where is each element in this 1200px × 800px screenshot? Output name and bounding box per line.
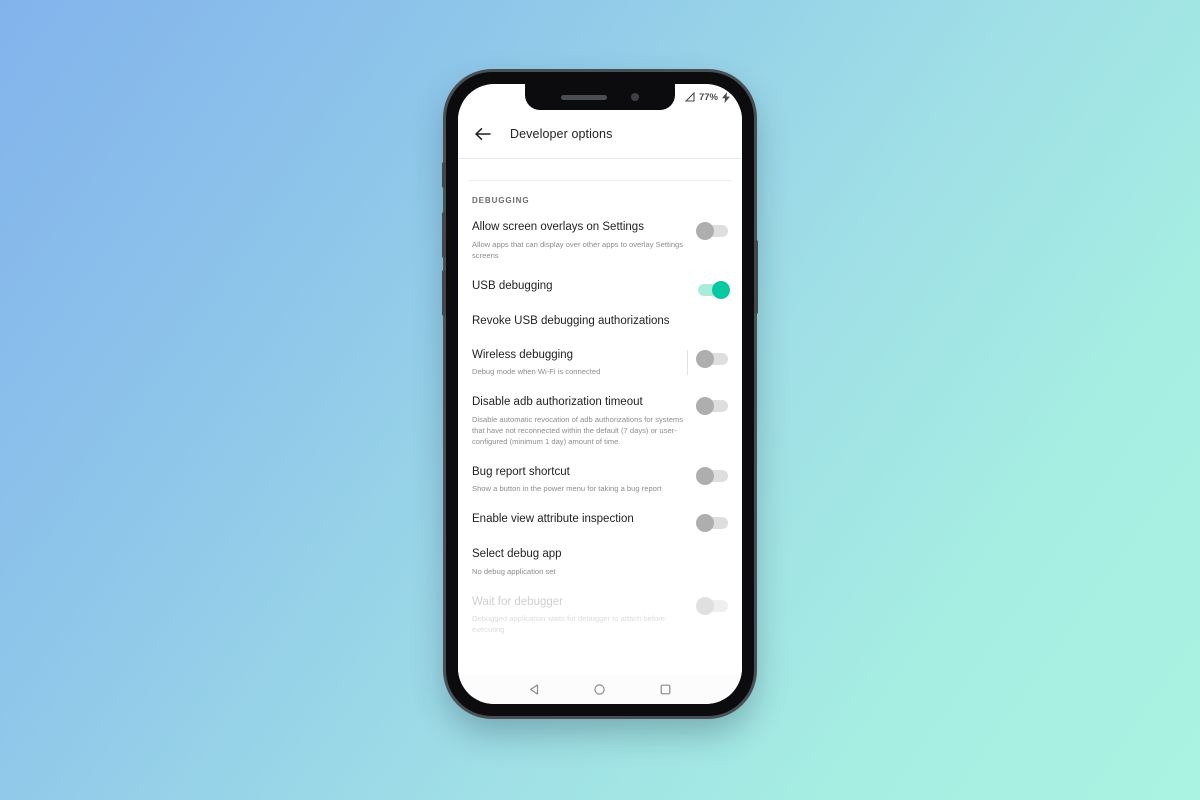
setting-toggle[interactable] <box>696 397 728 416</box>
setting-title: Bug report shortcut <box>472 465 570 478</box>
setting-text: Select debug app No debug application set <box>472 547 732 577</box>
setting-text: Disable adb authorization timeout Disable… <box>472 395 698 447</box>
setting-description: No debug application set <box>472 566 556 576</box>
nav-recents-square-icon[interactable] <box>659 683 672 696</box>
header-divider-secondary <box>468 180 732 181</box>
silent-switch[interactable] <box>442 162 446 188</box>
volume-down-button[interactable] <box>442 270 446 316</box>
lightning-bolt-icon <box>722 91 730 103</box>
toggle-thumb <box>696 397 714 416</box>
setting-title: Allow screen overlays on Settings <box>472 221 644 233</box>
setting-row[interactable]: Wireless debugging Debug mode when Wi-Fi … <box>458 339 742 387</box>
setting-text: Revoke USB debugging authorizations <box>472 314 732 330</box>
nav-back-triangle-icon[interactable] <box>528 683 541 696</box>
setting-row[interactable]: Select debug app No debug application set <box>458 538 742 586</box>
row-vertical-divider <box>687 349 688 376</box>
setting-toggle[interactable] <box>696 222 728 240</box>
phone-screen: 77% Developer options DEBUGGING Allow sc… <box>458 84 742 704</box>
setting-description: Allow apps that can display over other a… <box>472 239 684 260</box>
setting-title: Disable adb authorization timeout <box>472 396 643 409</box>
setting-row[interactable]: Bug report shortcut Show a button in the … <box>458 456 742 504</box>
toggle-thumb <box>696 222 714 240</box>
toggle-thumb <box>696 466 714 485</box>
setting-title: Select debug app <box>472 548 562 561</box>
speaker-grille-icon <box>561 94 607 100</box>
back-arrow-icon[interactable] <box>474 125 492 143</box>
setting-row[interactable]: Wait for debugger Debugged application wa… <box>458 586 742 645</box>
settings-list[interactable]: DEBUGGING Allow screen overlays on Setti… <box>458 184 742 674</box>
battery-percent-label: 77% <box>698 91 718 103</box>
setting-toggle[interactable] <box>696 349 728 368</box>
header-divider-primary <box>458 158 742 159</box>
setting-title: Revoke USB debugging authorizations <box>472 314 670 327</box>
setting-row[interactable]: Enable view attribute inspection <box>458 503 742 538</box>
setting-row[interactable]: Disable adb authorization timeout Disable… <box>458 386 742 456</box>
setting-description: Disable automatic revocation of adb auth… <box>472 414 684 446</box>
setting-description: Debug mode when Wi-Fi is connected <box>472 367 601 377</box>
signal-triangle-icon <box>684 92 695 102</box>
section-header-debugging: DEBUGGING <box>472 196 530 205</box>
setting-description: Show a button in the power menu for taki… <box>472 484 662 494</box>
phone-frame: 77% Developer options DEBUGGING Allow sc… <box>442 72 758 716</box>
toggle-thumb <box>696 596 714 615</box>
setting-text: USB debugging <box>472 279 698 295</box>
setting-title: Enable view attribute inspection <box>472 513 634 526</box>
setting-toggle[interactable] <box>696 466 728 485</box>
setting-title: USB debugging <box>472 279 553 292</box>
navigation-bar <box>458 674 742 704</box>
power-button[interactable] <box>754 240 758 314</box>
setting-text: Enable view attribute inspection <box>472 512 698 528</box>
setting-text: Wireless debugging Debug mode when Wi-Fi … <box>472 348 687 378</box>
settings-rows: Allow screen overlays on Settings Allow a… <box>458 211 742 644</box>
setting-toggle[interactable] <box>698 280 730 299</box>
setting-row[interactable]: USB debugging <box>458 270 742 305</box>
toggle-thumb <box>712 280 730 299</box>
nav-home-circle-icon[interactable] <box>593 683 606 696</box>
setting-row[interactable]: Allow screen overlays on Settings Allow a… <box>458 211 742 270</box>
setting-toggle <box>696 596 728 615</box>
setting-title: Wait for debugger <box>472 595 563 608</box>
setting-row[interactable]: Revoke USB debugging authorizations <box>458 305 742 339</box>
setting-text: Allow screen overlays on Settings Allow a… <box>472 220 698 261</box>
setting-toggle[interactable] <box>696 514 728 533</box>
notch <box>525 84 675 110</box>
page-title: Developer options <box>510 127 613 141</box>
volume-up-button[interactable] <box>442 212 446 258</box>
setting-title: Wireless debugging <box>472 348 574 361</box>
app-bar: Developer options <box>458 110 742 158</box>
setting-text: Bug report shortcut Show a button in the … <box>472 465 698 495</box>
setting-text: Wait for debugger Debugged application wa… <box>472 595 698 636</box>
front-camera-icon <box>631 93 639 101</box>
toggle-thumb <box>696 514 714 533</box>
setting-description: Debugged application waits for debugger … <box>472 614 665 635</box>
toggle-thumb <box>696 349 714 368</box>
